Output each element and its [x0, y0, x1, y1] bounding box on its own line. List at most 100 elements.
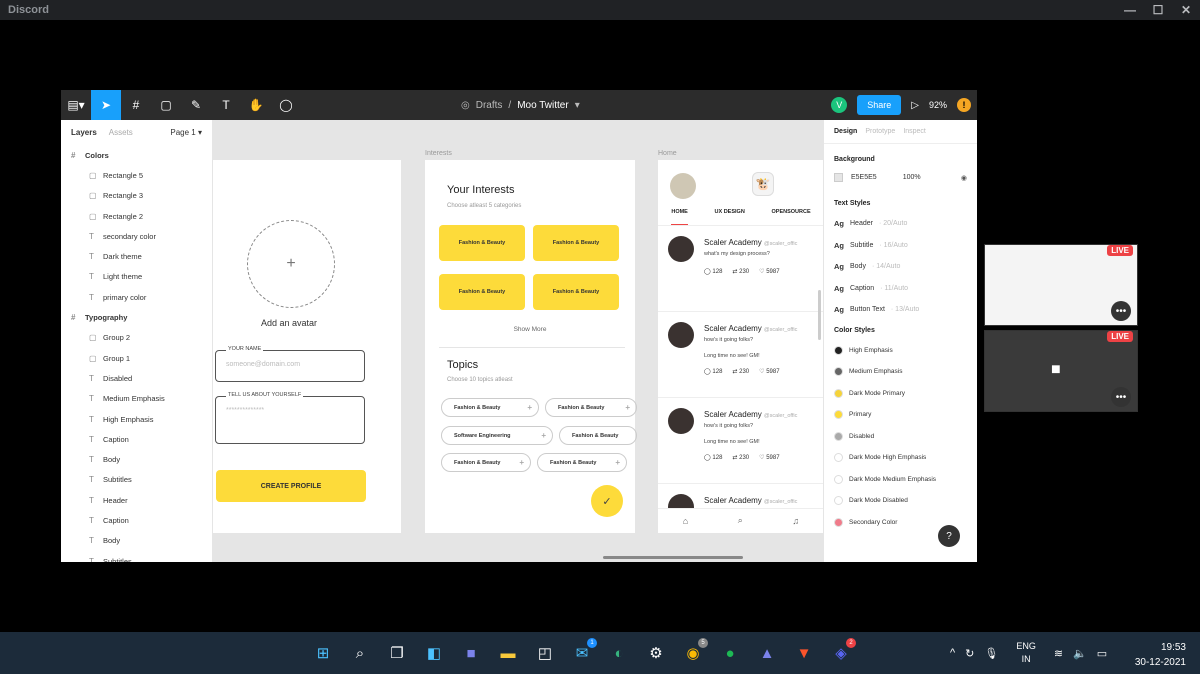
canvas-horizontal-scrollbar[interactable]	[603, 556, 743, 559]
avatar-placeholder[interactable]: +	[247, 220, 335, 308]
zoom-level[interactable]: 92%	[929, 100, 947, 110]
interests-frame[interactable]: Your Interests Choose atleast 5 categori…	[425, 160, 637, 533]
chrome-icon[interactable]: ◉ 5	[680, 638, 708, 666]
clock[interactable]: 19:53 30-12-2021	[1135, 640, 1186, 670]
tab-prototype[interactable]: Prototype	[865, 128, 895, 135]
windows-start-icon[interactable]: ⊞	[310, 640, 336, 666]
background-hex[interactable]: E5E5E5	[851, 174, 877, 181]
chevron-up-icon[interactable]: ^	[950, 647, 955, 659]
tab-design[interactable]: Design	[834, 128, 857, 135]
text-style-item[interactable]: Ag Header · 20/Auto	[824, 213, 977, 235]
interest-card[interactable]: Fashion & Beauty	[533, 225, 619, 261]
layer-item[interactable]: Tsecondary color	[61, 226, 212, 246]
battery-icon[interactable]: ▭	[1097, 647, 1107, 660]
color-style-item[interactable]: Primary	[824, 404, 977, 426]
help-button[interactable]: ?	[938, 525, 960, 547]
retweet-count[interactable]: ⇄ 230	[732, 368, 749, 375]
sync-icon[interactable]: ↻	[965, 647, 974, 660]
settings-gear-icon[interactable]: ⚙	[643, 640, 669, 666]
main-menu-icon[interactable]: ▤▾	[61, 90, 91, 120]
topic-pill[interactable]: Software Engineering +	[441, 426, 553, 445]
layer-item[interactable]: T Subtitles	[61, 551, 212, 562]
post-card[interactable]: Scaler Academy @scaler_offic how's it goi…	[658, 398, 824, 484]
post-author[interactable]: Scaler Academy @scaler_offic	[704, 496, 797, 505]
text-style-item[interactable]: Ag Body · 14/Auto	[824, 256, 977, 278]
layer-item[interactable]: ▢ Group 1	[61, 348, 212, 368]
topic-pill[interactable]: Fashion & Beauty +	[441, 398, 539, 417]
maximize-icon[interactable]: ☐	[1144, 0, 1172, 20]
text-tool-icon[interactable]: T	[211, 90, 241, 120]
topic-pill[interactable]: Fashion & Beauty	[559, 426, 637, 445]
layer-item[interactable]: T Subtitles	[61, 470, 212, 490]
tab-ux-design[interactable]: UX DESIGN	[715, 209, 745, 225]
tab-assets[interactable]: Assets	[109, 128, 133, 137]
search-icon[interactable]: ⌕	[738, 515, 743, 526]
share-button[interactable]: Share	[857, 95, 902, 115]
comment-tool-icon[interactable]: ◯	[271, 90, 301, 120]
check-icon[interactable]: ✓	[591, 485, 623, 517]
color-style-item[interactable]: Dark Mode High Emphasis	[824, 447, 977, 469]
page-selector[interactable]: Page 1 ▾	[170, 128, 202, 137]
text-style-item[interactable]: Ag Button Text · 13/Auto	[824, 299, 977, 321]
post-author[interactable]: Scaler Academy @scaler_offic	[704, 410, 797, 419]
shape-tool-icon[interactable]: ▢	[151, 90, 181, 120]
layer-item[interactable]: T Disabled	[61, 368, 212, 388]
post-avatar[interactable]	[668, 322, 694, 348]
topic-pill[interactable]: Fashion & Beauty +	[537, 453, 627, 472]
post-author[interactable]: Scaler Academy @scaler_offic	[704, 324, 797, 333]
like-count[interactable]: ♡ 5987	[759, 454, 779, 461]
feed-scrollbar[interactable]	[818, 290, 821, 340]
layer-item[interactable]: T Body	[61, 531, 212, 551]
layer-item[interactable]: ▢ Rectangle 5	[61, 165, 212, 185]
color-style-item[interactable]: Dark Mode Disabled	[824, 490, 977, 512]
comment-count[interactable]: ◯ 128	[704, 368, 722, 375]
color-style-item[interactable]: Dark Mode Medium Emphasis	[824, 469, 977, 491]
microphone-icon[interactable]: 🎙	[984, 647, 998, 660]
layer-item[interactable]: T Light theme	[61, 267, 212, 287]
language-indicator[interactable]: ENG IN	[1016, 640, 1036, 665]
interest-card[interactable]: Fashion & Beauty	[439, 225, 525, 261]
show-more-link[interactable]: Show More	[425, 326, 635, 333]
background-opacity[interactable]: 100%	[903, 174, 921, 181]
spotify-icon[interactable]: ●	[717, 640, 743, 666]
notification-bell-icon[interactable]: ♫	[792, 516, 799, 526]
user-avatar[interactable]: V	[831, 97, 848, 113]
post-avatar[interactable]	[668, 408, 694, 434]
create-profile-button[interactable]: CREATE PROFILE	[216, 470, 366, 502]
background-swatch[interactable]	[834, 173, 843, 182]
tab-opensource[interactable]: OPENSOURCE	[772, 209, 811, 225]
comment-count[interactable]: ◯ 128	[704, 454, 722, 461]
layer-item[interactable]: T Body	[61, 449, 212, 469]
layer-item[interactable]: ▢ Rectangle 3	[61, 186, 212, 206]
discord-icon[interactable]: ◈ 2	[828, 638, 856, 666]
text-style-item[interactable]: Ag Subtitle · 16/Auto	[824, 235, 977, 257]
teams-chat-icon[interactable]: ■	[458, 640, 484, 666]
about-field[interactable]: TELL US ABOUT YOURSELF **************	[215, 392, 365, 444]
edge-browser-icon[interactable]: ◐	[606, 640, 632, 666]
minimize-icon[interactable]: —	[1116, 0, 1144, 20]
brave-browser-icon[interactable]: ▼	[791, 640, 817, 666]
stream-thumbnail-2[interactable]: LIVE ■ •••	[984, 330, 1138, 412]
topic-pill[interactable]: Fashion & Beauty +	[441, 453, 531, 472]
name-field[interactable]: YOUR NAME someone@domain.com	[215, 346, 365, 382]
task-view-icon[interactable]: ❐	[384, 640, 410, 666]
post-avatar[interactable]	[668, 236, 694, 262]
wifi-icon[interactable]: ≋	[1054, 647, 1063, 660]
like-count[interactable]: ♡ 5987	[759, 368, 779, 375]
interest-card[interactable]: Fashion & Beauty	[533, 274, 619, 310]
more-options-icon[interactable]: •••	[1111, 301, 1131, 321]
layer-item[interactable]: ▢ Rectangle 2	[61, 206, 212, 226]
text-style-item[interactable]: Ag Caption · 11/Auto	[824, 278, 977, 300]
frame-tool-icon[interactable]: #	[121, 90, 151, 120]
mail-icon[interactable]: ✉ 1	[569, 638, 597, 666]
layer-item[interactable]: ▢ Group 2	[61, 328, 212, 348]
home-frame-label[interactable]: Home	[658, 150, 677, 157]
file-name[interactable]: Moo Twitter	[517, 100, 569, 111]
eye-icon[interactable]: ◉	[961, 174, 967, 182]
home-frame[interactable]: 🐮 HOME UX DESIGN OPENSOURCE Scaler Acade…	[658, 160, 824, 533]
home-icon[interactable]: ⌂	[683, 516, 688, 526]
layer-item[interactable]: T Header	[61, 490, 212, 510]
tab-home[interactable]: HOME	[671, 209, 688, 225]
layer-item[interactable]: # Typography	[61, 307, 212, 327]
interests-frame-label[interactable]: Interests	[425, 150, 452, 157]
